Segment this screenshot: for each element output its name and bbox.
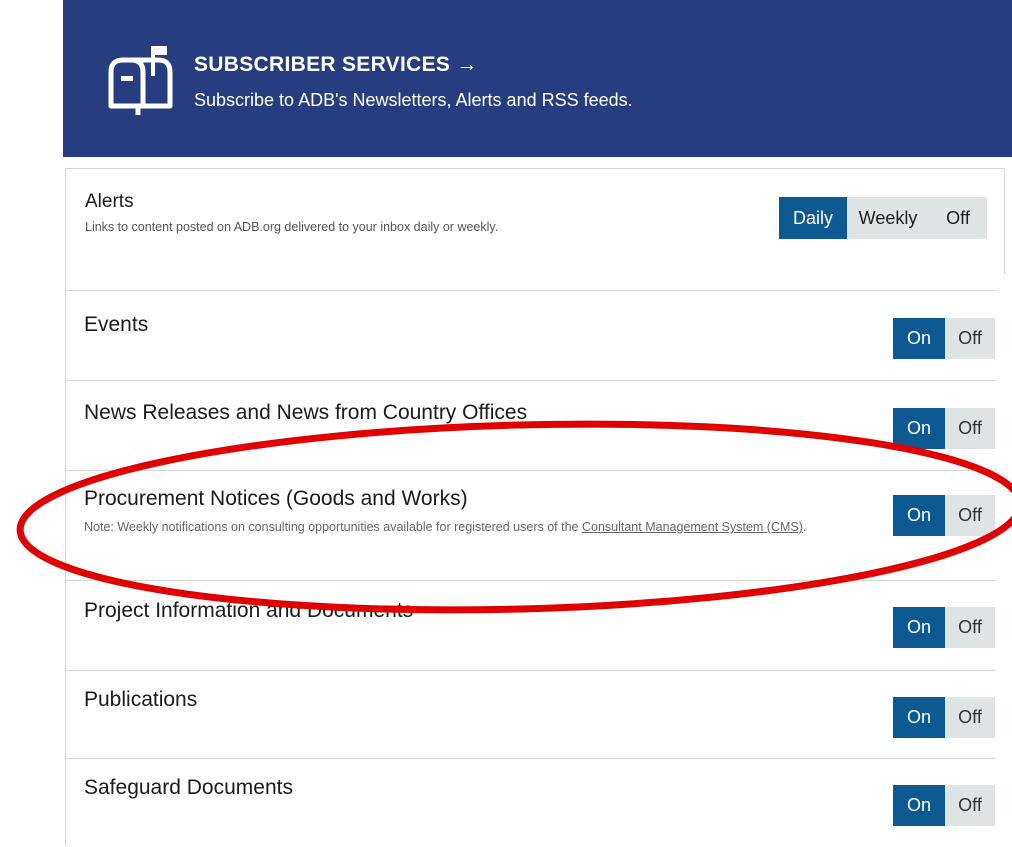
- subscription-list: Events On Off News Releases and News fro…: [65, 274, 996, 846]
- cms-link[interactable]: Consultant Management System (CMS): [582, 520, 803, 534]
- note-text: Note: Weekly notifications on consulting…: [84, 520, 582, 534]
- alerts-section: Alerts Links to content posted on ADB.or…: [65, 168, 1005, 274]
- events-toggle: On Off: [893, 318, 995, 359]
- banner-subtitle: Subscribe to ADB's Newsletters, Alerts a…: [194, 90, 633, 110]
- procurement-on-button[interactable]: On: [893, 495, 945, 536]
- item-title: Procurement Notices (Goods and Works): [84, 487, 468, 510]
- item-title: Events: [84, 313, 149, 336]
- alerts-title: Alerts: [85, 191, 134, 212]
- publications-on-button[interactable]: On: [893, 697, 945, 738]
- alerts-daily-button[interactable]: Daily: [779, 197, 847, 239]
- note-suffix: .: [802, 520, 807, 534]
- safeguard-documents-toggle: On Off: [893, 785, 995, 826]
- events-off-button[interactable]: Off: [945, 318, 995, 359]
- alerts-weekly-button[interactable]: Weekly: [847, 197, 929, 239]
- procurement-off-button[interactable]: Off: [945, 495, 995, 536]
- publications-toggle: On Off: [893, 697, 995, 738]
- alerts-description: Links to content posted on ADB.org deliv…: [85, 220, 499, 234]
- item-title: News Releases and News from Country Offi…: [84, 401, 528, 424]
- publications-off-button[interactable]: Off: [945, 697, 995, 738]
- project-information-on-button[interactable]: On: [893, 607, 945, 648]
- subscriber-services-banner: SUBSCRIBER SERVICES → Subscribe to ADB's…: [63, 0, 1012, 157]
- mailbox-icon: [108, 46, 173, 115]
- events-on-button[interactable]: On: [893, 318, 945, 359]
- procurement-toggle: On Off: [893, 495, 995, 536]
- safeguard-documents-off-button[interactable]: Off: [945, 785, 995, 826]
- alerts-off-button[interactable]: Off: [929, 197, 987, 239]
- news-releases-off-button[interactable]: Off: [945, 408, 995, 449]
- list-item-project-information: Project Information and Documents On Off: [66, 580, 996, 671]
- item-title: Project Information and Documents: [84, 599, 414, 622]
- news-releases-on-button[interactable]: On: [893, 408, 945, 449]
- item-title: Publications: [84, 688, 198, 711]
- item-title: Safeguard Documents: [84, 776, 293, 799]
- safeguard-documents-on-button[interactable]: On: [893, 785, 945, 826]
- list-item-events: Events On Off: [66, 290, 996, 381]
- project-information-off-button[interactable]: Off: [945, 607, 995, 648]
- list-item-procurement-notices: Procurement Notices (Goods and Works) No…: [66, 470, 996, 581]
- subscriber-services-link[interactable]: SUBSCRIBER SERVICES →: [194, 53, 478, 77]
- alerts-frequency-selector: Daily Weekly Off: [779, 197, 987, 239]
- list-item-publications: Publications On Off: [66, 670, 996, 761]
- list-item-news-releases: News Releases and News from Country Offi…: [66, 380, 996, 471]
- list-item-safeguard-documents: Safeguard Documents On Off: [66, 758, 996, 847]
- news-releases-toggle: On Off: [893, 408, 995, 449]
- project-information-toggle: On Off: [893, 607, 995, 648]
- procurement-note: Note: Weekly notifications on consulting…: [84, 514, 844, 540]
